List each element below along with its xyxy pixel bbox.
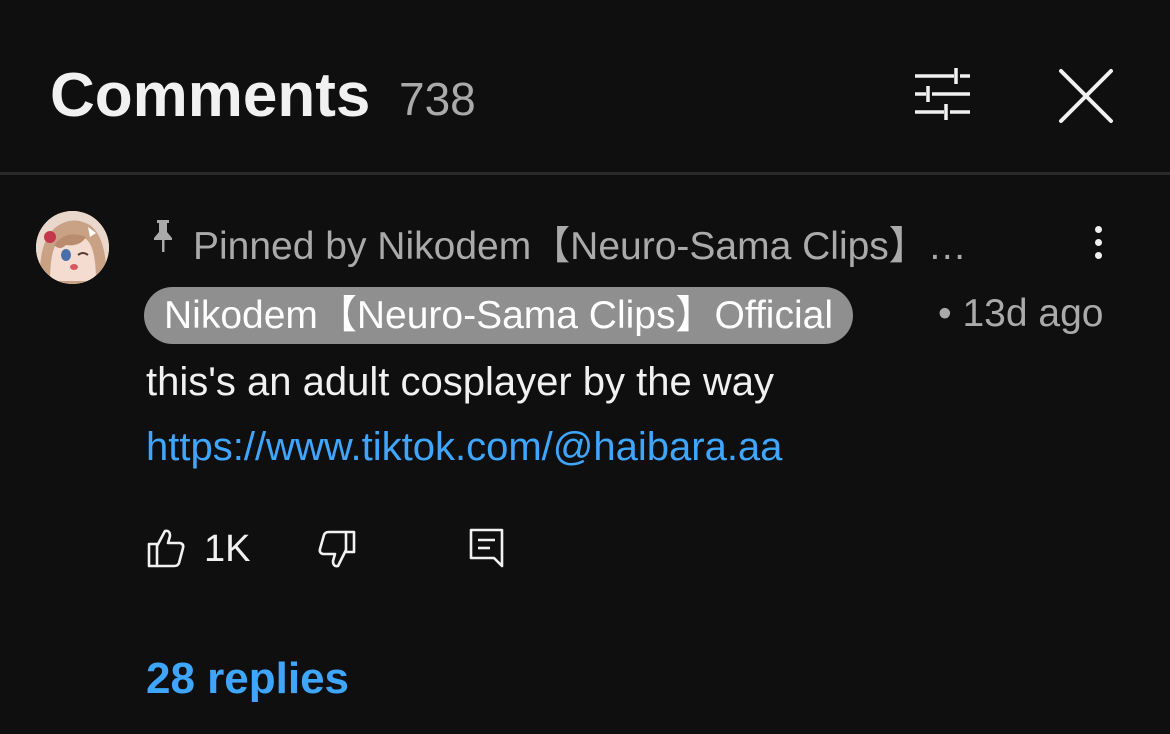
page-title: Comments [50, 61, 371, 130]
reply-button[interactable] [466, 526, 508, 570]
view-replies-button[interactable]: 28 replies [146, 654, 349, 704]
thumbs-up-icon [147, 529, 185, 568]
comment-body: this's an adult cosplayer by the way [146, 360, 774, 404]
comment-link[interactable]: https://www.tiktok.com/@haibara.aa [146, 425, 782, 470]
reply-icon [469, 528, 504, 568]
thumbs-down-icon [318, 530, 356, 568]
pin-icon [154, 220, 172, 252]
comments-header: Comments 738 [0, 0, 1170, 175]
comment-timestamp: • 13d ago [938, 292, 1104, 335]
close-icon [1059, 69, 1113, 123]
filter-button[interactable] [908, 62, 976, 126]
like-count: 1K [204, 528, 251, 570]
pinned-row: Pinned by Nikodem【Neuro-Sama Clips】… [148, 212, 1048, 268]
author-name[interactable]: Nikodem【Neuro-Sama Clips】Official [144, 287, 853, 344]
more-vertical-icon [1080, 226, 1116, 259]
close-button[interactable] [1052, 62, 1120, 130]
like-button[interactable] [146, 526, 186, 570]
avatar-image [36, 211, 109, 284]
comment-count: 738 [399, 73, 476, 125]
dislike-button[interactable] [314, 528, 358, 572]
avatar[interactable] [36, 211, 109, 284]
pinned-by-label: Pinned by Nikodem【Neuro-Sama Clips】… [193, 225, 967, 268]
more-options-button[interactable] [1080, 226, 1116, 270]
sliders-icon [915, 68, 970, 120]
